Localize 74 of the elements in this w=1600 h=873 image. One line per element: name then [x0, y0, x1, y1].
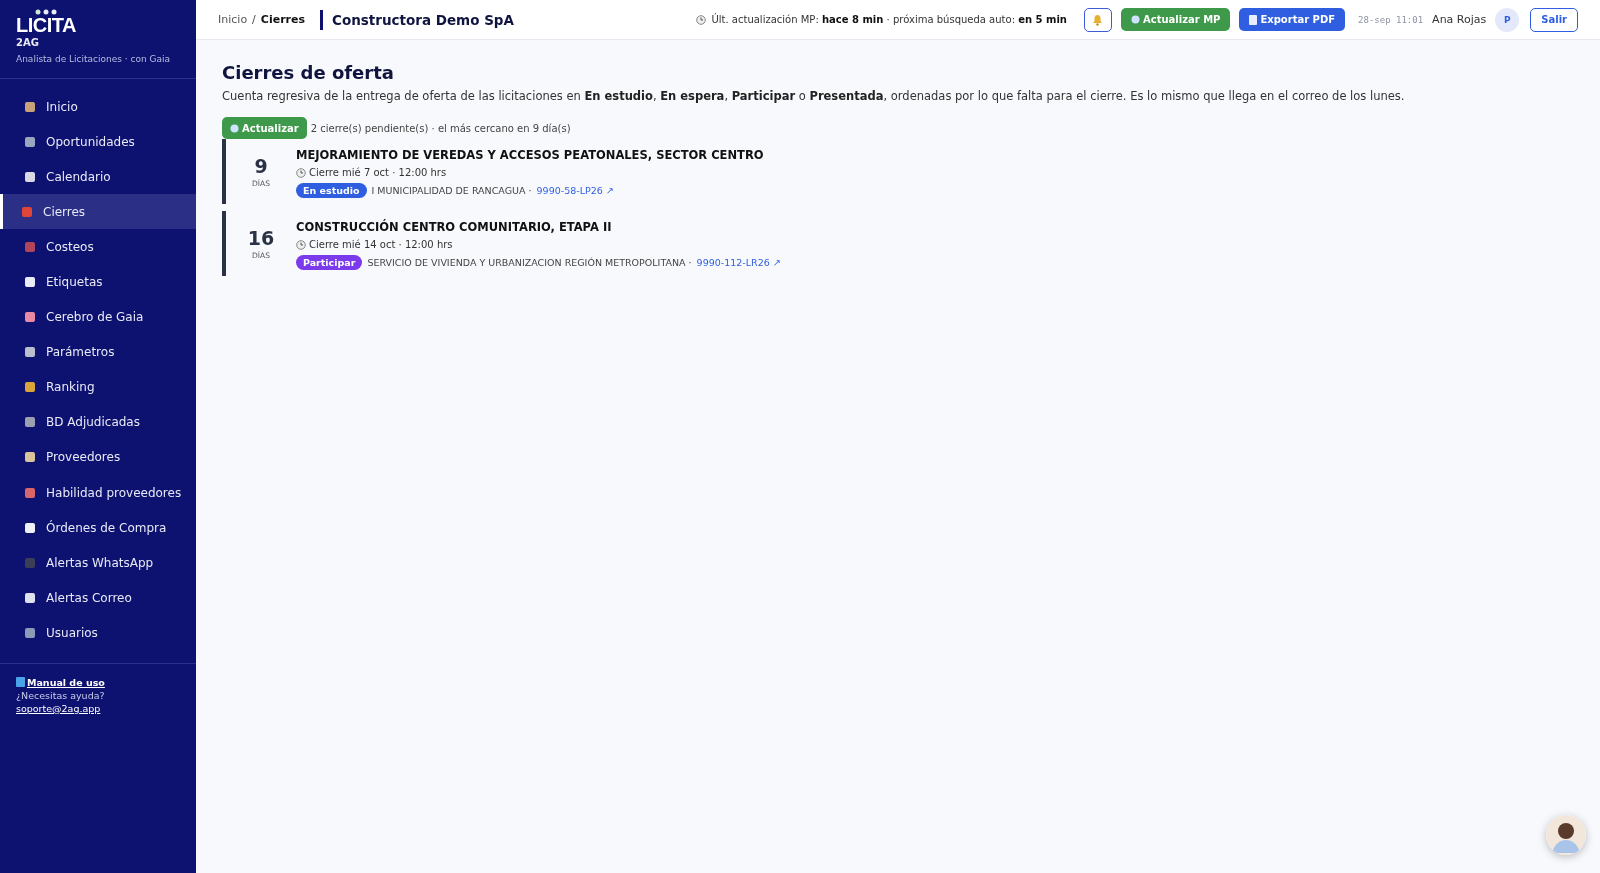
nav-icon — [24, 451, 36, 464]
assistant-avatar[interactable] — [1546, 815, 1586, 855]
timestamp: 28-sep 11:01 — [1358, 14, 1424, 25]
notifications-button[interactable] — [1084, 7, 1112, 32]
status-badge: Participar — [296, 255, 363, 270]
nav-icon — [24, 311, 36, 324]
nav-icon — [24, 556, 36, 569]
user-name: Ana Rojas — [1432, 13, 1487, 26]
help-text: ¿Necesitas ayuda? — [16, 688, 106, 702]
company-name: Constructora Demo SpA — [320, 9, 514, 30]
page-description: Cuenta regresiva de la entrega de oferta de las licitaciones en En estudio, En espera, Participar o Presentada, ordenadas por lo que falta para el cierre. Es lo mismo que llega en el correo de los lunes. — [222, 89, 1406, 103]
book-icon — [16, 677, 25, 687]
nav-item[interactable]: Cierres — [0, 194, 196, 230]
summary-text: 2 cierre(s) pendiente(s) · el más cercano en 9 día(s) — [310, 122, 571, 134]
export-pdf-button[interactable]: Exportar PDF — [1239, 8, 1346, 31]
nav-icon — [24, 486, 36, 499]
nav-item[interactable]: Calendario — [0, 159, 196, 195]
clock-icon — [296, 167, 306, 178]
breadcrumb-separator: / — [252, 13, 256, 26]
page-title: Cierres de oferta — [222, 62, 395, 83]
refresh-button[interactable]: Actualizar — [222, 117, 307, 139]
user-avatar[interactable]: P — [1495, 7, 1520, 32]
manual-link[interactable]: Manual de uso — [27, 675, 105, 689]
dots-icon — [35, 9, 57, 15]
tender-title: CONSTRUCCIÓN CENTRO COMUNITARIO, ETAPA II — [296, 220, 613, 234]
nav-icon — [24, 521, 36, 534]
nav-icon — [24, 135, 36, 148]
nav-icon — [24, 416, 36, 429]
nav-item[interactable]: Costeos — [0, 229, 196, 265]
tender-title: MEJORAMIENTO DE VEREDAS Y ACCESOS PEATONALES, SECTOR CENTRO — [296, 148, 764, 162]
update-status: Últ. actualización MP: hace 8 min · próxima búsqueda auto: en 5 min — [711, 14, 1067, 25]
update-mp-button[interactable]: Actualizar MP — [1121, 8, 1231, 31]
nav-icon — [24, 591, 36, 604]
nav-icon — [24, 276, 36, 288]
tender-code-link[interactable]: 9990-58-LP26 ↗ — [536, 185, 614, 196]
logout-button[interactable]: Salir — [1530, 7, 1578, 32]
nav-icon — [24, 626, 36, 639]
nav-icon — [24, 346, 36, 359]
support-email-link[interactable]: soporte@2ag.app — [16, 702, 101, 714]
tender-code-link[interactable]: 9990-112-LR26 ↗ — [696, 257, 781, 268]
document-icon — [1249, 14, 1258, 25]
nav-item[interactable]: Proveedores — [0, 439, 196, 476]
nav-icon — [24, 100, 36, 113]
days-count: 9 — [254, 156, 268, 176]
nav-item[interactable]: Parámetros — [0, 334, 196, 370]
bell-icon — [1092, 13, 1104, 26]
breadcrumb-link[interactable]: Inicio — [218, 13, 248, 26]
clock-icon — [696, 14, 707, 25]
clock-icon — [296, 239, 306, 250]
nav-item[interactable]: Órdenes de Compra — [0, 510, 196, 546]
nav-item[interactable]: Oportunidades — [0, 124, 196, 160]
nav-item[interactable]: Usuarios — [0, 615, 196, 651]
tagline: Analista de Licitaciones · con Gaia — [16, 54, 171, 64]
breadcrumb-current: Cierres — [260, 13, 305, 26]
nav-icon — [24, 170, 36, 183]
closing-date: Cierre mié 14 oct · 12:00 hrs — [309, 239, 453, 250]
entity-name: SERVICIO DE VIVIENDA Y URBANIZACION REGIÓN METROPOLITANA · — [367, 257, 692, 268]
nav-item[interactable]: Alertas WhatsApp — [0, 545, 196, 581]
nav-icon — [21, 205, 33, 218]
nav-item[interactable]: Cerebro de Gaia — [0, 299, 196, 335]
nav-item[interactable]: Alertas Correo — [0, 580, 196, 616]
nav-item[interactable]: Inicio — [0, 89, 196, 125]
logo-subtitle: 2AG — [16, 37, 39, 48]
nav-icon — [24, 381, 36, 394]
nav-item[interactable]: Habilidad proveedores — [0, 475, 196, 511]
logo: LICITA — [16, 15, 76, 35]
entity-name: I MUNICIPALIDAD DE RANCAGUA · — [371, 185, 532, 196]
nav-icon — [24, 240, 36, 253]
closing-date: Cierre mié 7 oct · 12:00 hrs — [309, 167, 447, 178]
days-count: 16 — [247, 228, 275, 248]
status-badge: En estudio — [296, 183, 367, 198]
nav-item[interactable]: Etiquetas — [0, 264, 196, 300]
nav-item[interactable]: BD Adjudicadas — [0, 404, 196, 440]
nav-item[interactable]: Ranking — [0, 369, 196, 405]
